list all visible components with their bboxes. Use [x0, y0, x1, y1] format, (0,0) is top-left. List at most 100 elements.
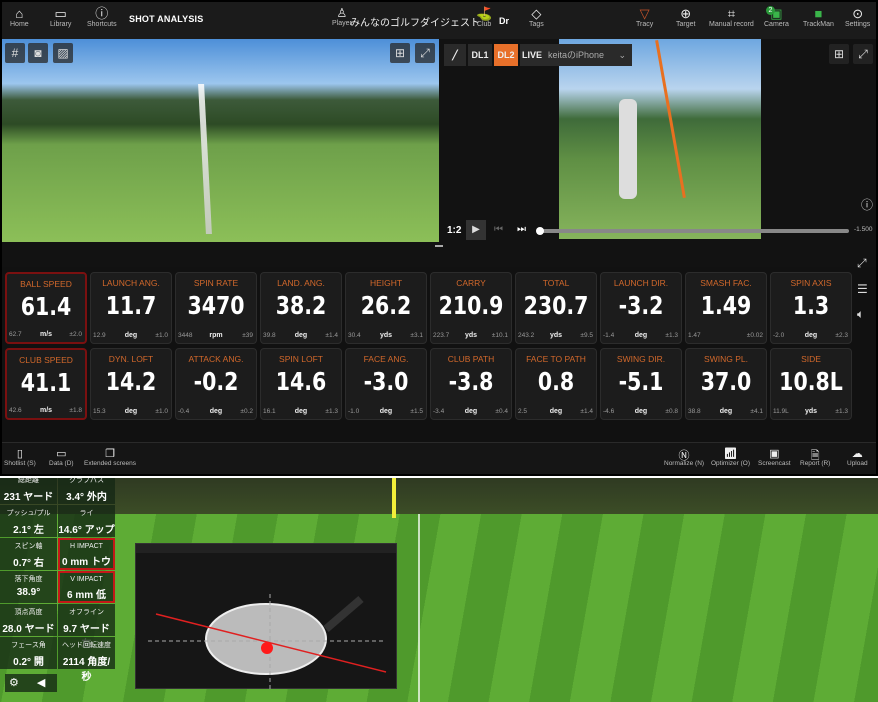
metric-tile[interactable]: BALL SPEED 61.4 62.7 m/s ±2.0 — [5, 272, 87, 344]
player-button[interactable]: ♙ Player — [332, 6, 352, 27]
metric-tile[interactable]: DYN. LOFT 14.2 15.3 deg ±1.0 — [90, 348, 172, 420]
shortcuts-button[interactable]: ⓘ Shortcuts — [87, 6, 117, 28]
metric-tile[interactable]: SPIN RATE 3470 3448 rpm ±39 — [175, 272, 257, 344]
simulator-screen: 総距離 231 ヤード クラブパス 3.4° 外内 プッシュ/プル 2.1° 左 ライ 14.… — [0, 478, 878, 702]
step-back-icon[interactable]: ⏮ — [494, 224, 503, 235]
report-button[interactable]: 🗎︎ Report (R) — [800, 447, 830, 467]
metric-label: CLUB SPEED — [19, 355, 73, 365]
playback-speed[interactable]: 1:2 — [447, 225, 461, 236]
metric-deviation: ±0.2 — [240, 408, 253, 415]
person-icon: ♙ — [336, 6, 348, 20]
expand-icon[interactable]: ⤢ — [857, 256, 867, 271]
metric-tile[interactable]: CLUB SPEED 41.1 42.6 m/s ±1.8 — [5, 348, 87, 420]
metric-tile[interactable]: LAND. ANG. 38.2 39.8 deg ±1.4 — [260, 272, 342, 344]
metric-tile[interactable]: ATTACK ANG. -0.2 -0.4 deg ±0.2 — [175, 348, 257, 420]
metric-tile[interactable]: SPIN AXIS 1.3 -2.0 deg ±2.3 — [770, 272, 852, 344]
metric-tile[interactable]: HEIGHT 26.2 30.4 yds ±3.1 — [345, 272, 427, 344]
collapse-arrow-icon[interactable]: ◀ — [37, 677, 45, 689]
gear-icon[interactable]: ⚙ — [9, 677, 19, 689]
optimizer-button[interactable]: 📶︎ Optimizer (O) — [711, 447, 750, 467]
sim-stat: ヘッド回転速度 2114 角度/秒 — [58, 637, 115, 683]
play-icon[interactable]: ▶ — [466, 220, 486, 240]
upload-button[interactable]: ☁ Upload — [847, 447, 868, 467]
fullscreen-icon[interactable]: ⤢ — [853, 44, 873, 64]
metric-value: 37.0 — [700, 367, 752, 396]
metric-deviation: ±1.5 — [410, 408, 423, 415]
metric-deviation: ±0.4 — [495, 408, 508, 415]
sliders-icon[interactable]: ☰ — [857, 282, 868, 296]
metric-deviation: ±1.3 — [665, 332, 678, 339]
metric-label: TOTAL — [542, 278, 570, 288]
sim-stat-label: 落下角度 — [14, 576, 43, 583]
trajectory-video[interactable]: # ◙ ▨ ⊞ ⤢ — [2, 39, 439, 242]
trackman-button[interactable]: ■ TrackMan — [803, 6, 834, 28]
tracy-button[interactable]: ▽ Tracy — [636, 6, 653, 28]
metric-label: SPIN RATE — [193, 278, 239, 288]
metric-tile[interactable]: LAUNCH DIR. -3.2 -1.4 deg ±1.3 — [600, 272, 682, 344]
dl2-button[interactable]: DL2 — [494, 44, 518, 66]
metric-tile[interactable]: SPIN LOFT 14.6 16.1 deg ±1.3 — [260, 348, 342, 420]
player-name[interactable]: みんなのゴルフダイジェスト — [350, 14, 480, 29]
dl1-button[interactable]: DL1 — [468, 44, 492, 66]
manual-record-button[interactable]: ⌗ Manual record — [709, 6, 754, 28]
trackman-icon: ■ — [814, 6, 823, 21]
timeline-scrubber[interactable] — [536, 227, 849, 235]
metric-label: BALL SPEED — [20, 279, 72, 289]
library-button[interactable]: ▭ Library — [50, 6, 71, 28]
draw-line-button[interactable]: ╱ — [444, 44, 466, 66]
device-select[interactable]: keitaのiPhone ⌄ — [544, 44, 632, 66]
camera-snapshot-icon[interactable]: ◙ — [28, 43, 48, 63]
metric-tile[interactable]: FACE TO PATH 0.8 2.5 deg ±1.4 — [515, 348, 597, 420]
sim-stat-value: 0 mm トウ — [62, 557, 111, 568]
sim-stat-value: 28.0 ヤード — [2, 624, 55, 635]
home-button[interactable]: ⌂ Home — [10, 6, 29, 28]
shotlist-icon: ▯ — [16, 448, 23, 460]
tags-button[interactable]: ◇ Tags — [529, 6, 544, 28]
step-forward-icon[interactable]: ⏭ — [517, 224, 526, 235]
resize-handle[interactable] — [435, 245, 443, 247]
data-button[interactable]: ▭ Data (D) — [49, 447, 74, 467]
metric-tile[interactable]: TOTAL 230.7 243.2 yds ±9.5 — [515, 272, 597, 344]
scrubber-handle[interactable] — [536, 227, 544, 235]
camera-count-badge: 2 — [766, 6, 775, 15]
metric-tile[interactable]: CLUB PATH -3.8 -3.4 deg ±0.4 — [430, 348, 512, 420]
metric-label: ATTACK ANG. — [188, 354, 244, 364]
club-icon: ⛳ — [476, 6, 493, 21]
metric-value: 61.4 — [20, 292, 72, 321]
settings-button[interactable]: ⊙ Settings — [845, 6, 870, 28]
club-button[interactable]: ⛳ Club — [476, 6, 492, 28]
layout-grid-icon[interactable]: ⊞ — [829, 44, 849, 64]
normalize-button[interactable]: Ⓝ Normalize (N) — [664, 447, 704, 467]
sim-stat: クラブパス 3.4° 外内 — [58, 478, 115, 504]
metric-tile[interactable]: SIDE 10.8L 11.9L yds ±1.3 — [770, 348, 852, 420]
fullscreen-icon[interactable]: ⤢ — [415, 43, 435, 63]
camera-button[interactable]: ▣ Camera 2 — [764, 6, 789, 28]
metric-tile[interactable]: SWING PL. 37.0 38.8 deg ±4.1 — [685, 348, 767, 420]
metric-tile[interactable]: SMASH FAC. 1.49 1.47 ±0.02 — [685, 272, 767, 344]
swing-video[interactable] — [559, 39, 761, 239]
metric-tile[interactable]: LAUNCH ANG. 11.7 12.9 deg ±1.0 — [90, 272, 172, 344]
shotlist-button[interactable]: ▯ Shotlist (S) — [4, 447, 36, 467]
swing-video-panel: ╱ DL1 DL2 LIVE keitaのiPhone ⌄ ⊞ ⤢ ⓘ 1:2 ▶… — [439, 39, 876, 242]
center-line — [418, 514, 420, 702]
layout-grid-icon[interactable]: ⊞ — [390, 43, 410, 63]
metric-tile[interactable]: CARRY 210.9 223.7 yds ±10.1 — [430, 272, 512, 344]
speaker-icon[interactable]: 🔈︎ — [857, 307, 864, 322]
metric-label: SPIN LOFT — [279, 354, 323, 364]
metric-tile[interactable]: SWING DIR. -5.1 -4.6 deg ±0.8 — [600, 348, 682, 420]
image-icon[interactable]: ▨ — [53, 43, 73, 63]
live-button[interactable]: LIVE — [520, 44, 544, 66]
metric-value: 14.6 — [275, 367, 327, 396]
optimizer-icon: 📶︎ — [723, 448, 738, 460]
screencast-button[interactable]: ▣ Screencast — [758, 447, 791, 467]
target-button[interactable]: ⊕ Target — [676, 6, 695, 28]
question-icon: ⓘ — [95, 6, 109, 21]
sim-stat-value: 0.2° 開 — [13, 657, 44, 668]
metric-value: 1.3 — [792, 291, 830, 320]
info-icon[interactable]: ⓘ — [861, 196, 873, 213]
metric-tile[interactable]: FACE ANG. -3.0 -1.0 deg ±1.5 — [345, 348, 427, 420]
extended-screens-button[interactable]: ❐ Extended screens — [84, 447, 136, 467]
metric-value: 210.9 — [438, 291, 504, 320]
metric-value: -3.0 — [363, 367, 409, 396]
grid-icon[interactable]: # — [5, 43, 25, 63]
